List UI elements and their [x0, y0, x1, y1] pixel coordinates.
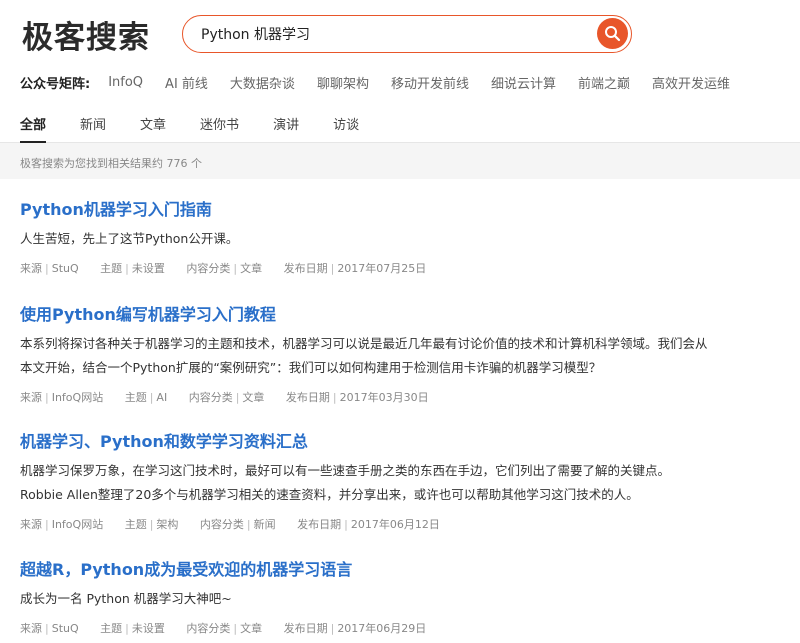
meta-topic: 主题 | AI — [124, 391, 168, 404]
result-meta: 来源 | InfoQ网站 主题 | 架构 内容分类 | 新闻 发布日期 | 2017年06月12… — [20, 516, 780, 532]
meta-date: 发布日期 | 2017年06月12日 — [297, 518, 440, 531]
site-logo[interactable]: 极客搜索 — [22, 14, 150, 56]
meta-topic: 主题 | 未设置 — [100, 262, 165, 275]
result-title[interactable]: Python机器学习入门指南 — [20, 199, 780, 221]
search-icon — [605, 26, 621, 42]
summary-line: 人生苦短，先上了这节Python公开课。 — [20, 231, 239, 246]
meta-source: 来源 | StuQ — [20, 622, 79, 635]
account-link-cloud[interactable]: 细说云计算 — [491, 73, 556, 92]
meta-topic: 主题 | 未设置 — [100, 622, 165, 635]
result-summary: 人生苦短，先上了这节Python公开课。 — [20, 227, 780, 251]
search-box — [182, 15, 632, 53]
tab-articles[interactable]: 文章 — [140, 110, 166, 142]
meta-category: 内容分类 | 文章 — [186, 622, 263, 635]
result-item: 使用Python编写机器学习入门教程 本系列将探讨各种关于机器学习的主题和技术，… — [20, 304, 780, 405]
search-button[interactable] — [597, 18, 628, 49]
result-item: 超越R，Python成为最受欢迎的机器学习语言 成长为一名 Python 机器学… — [20, 559, 780, 636]
tab-interviews[interactable]: 访谈 — [333, 110, 359, 142]
meta-category: 内容分类 | 新闻 — [199, 518, 276, 531]
summary-line: 成长为一名 Python 机器学习大神吧~ — [20, 591, 232, 606]
meta-date: 发布日期 | 2017年03月30日 — [285, 391, 429, 404]
accounts-row: 公众号矩阵: InfoQ AI 前线 大数据杂谈 聊聊架构 移动开发前线 细说云… — [20, 72, 752, 92]
result-title[interactable]: 机器学习、Python和数学学习资料汇总 — [20, 431, 780, 453]
search-input[interactable] — [201, 16, 581, 51]
results-count: 极客搜索为您找到相关结果约 776 个 — [20, 157, 202, 170]
result-item: 机器学习、Python和数学学习资料汇总 机器学习保罗万象，在学习这门技术时，最… — [20, 431, 780, 532]
tab-all[interactable]: 全部 — [20, 110, 47, 143]
account-link-mobile[interactable]: 移动开发前线 — [391, 73, 469, 92]
meta-topic: 主题 | 架构 — [124, 518, 179, 531]
account-link-devops[interactable]: 高效开发运维 — [652, 73, 730, 92]
result-item: Python机器学习入门指南 人生苦短，先上了这节Python公开课。 来源 | S… — [20, 199, 780, 276]
tab-minibooks[interactable]: 迷你书 — [200, 110, 239, 142]
result-title[interactable]: 超越R，Python成为最受欢迎的机器学习语言 — [20, 559, 780, 581]
logo-text: 极客搜索 — [22, 19, 150, 56]
result-title[interactable]: 使用Python编写机器学习入门教程 — [20, 304, 780, 326]
summary-line: 本文开始，结合一个Python扩展的“案例研究”：我们可以如何构建用于检测信用卡… — [20, 360, 602, 375]
meta-source: 来源 | InfoQ网站 — [20, 518, 104, 531]
meta-date: 发布日期 | 2017年07月25日 — [283, 262, 427, 275]
summary-line: Robbie Allen整理了20多个与机器学习相关的速查资料，并分享出来，或许… — [20, 487, 639, 502]
account-link-infoq[interactable]: InfoQ — [108, 75, 143, 90]
summary-line: 机器学习保罗万象，在学习这门技术时，最好可以有一些速查手册之类的东西在手边，它们… — [20, 463, 671, 478]
meta-date: 发布日期 | 2017年06月29日 — [283, 622, 427, 635]
result-summary: 机器学习保罗万象，在学习这门技术时，最好可以有一些速查手册之类的东西在手边，它们… — [20, 459, 780, 507]
account-link-bigdata[interactable]: 大数据杂谈 — [230, 73, 295, 92]
tab-talks[interactable]: 演讲 — [273, 110, 299, 142]
category-tabs: 全部 新闻 文章 迷你书 演讲 访谈 — [0, 110, 800, 143]
meta-category: 内容分类 | 文章 — [188, 391, 265, 404]
summary-line: 本系列将探讨各种关于机器学习的主题和技术，机器学习可以说是最近几年最有讨论价值的… — [20, 336, 708, 351]
account-link-frontend[interactable]: 前端之巅 — [578, 73, 630, 92]
result-summary: 本系列将探讨各种关于机器学习的主题和技术，机器学习可以说是最近几年最有讨论价值的… — [20, 332, 780, 380]
accounts-label: 公众号矩阵: — [20, 76, 91, 92]
result-meta: 来源 | StuQ 主题 | 未设置 内容分类 | 文章 发布日期 | 2017年06月29日 — [20, 620, 780, 636]
account-link-ai[interactable]: AI 前线 — [165, 73, 208, 92]
meta-source: 来源 | StuQ — [20, 262, 79, 275]
result-meta: 来源 | InfoQ网站 主题 | AI 内容分类 | 文章 发布日期 | 2017年03月30… — [20, 389, 780, 405]
account-link-architecture[interactable]: 聊聊架构 — [317, 73, 369, 92]
tab-news[interactable]: 新闻 — [80, 110, 106, 142]
result-summary: 成长为一名 Python 机器学习大神吧~ — [20, 587, 780, 611]
meta-category: 内容分类 | 文章 — [186, 262, 263, 275]
meta-source: 来源 | InfoQ网站 — [20, 391, 104, 404]
result-meta: 来源 | StuQ 主题 | 未设置 内容分类 | 文章 发布日期 | 2017年07月25日 — [20, 260, 780, 276]
